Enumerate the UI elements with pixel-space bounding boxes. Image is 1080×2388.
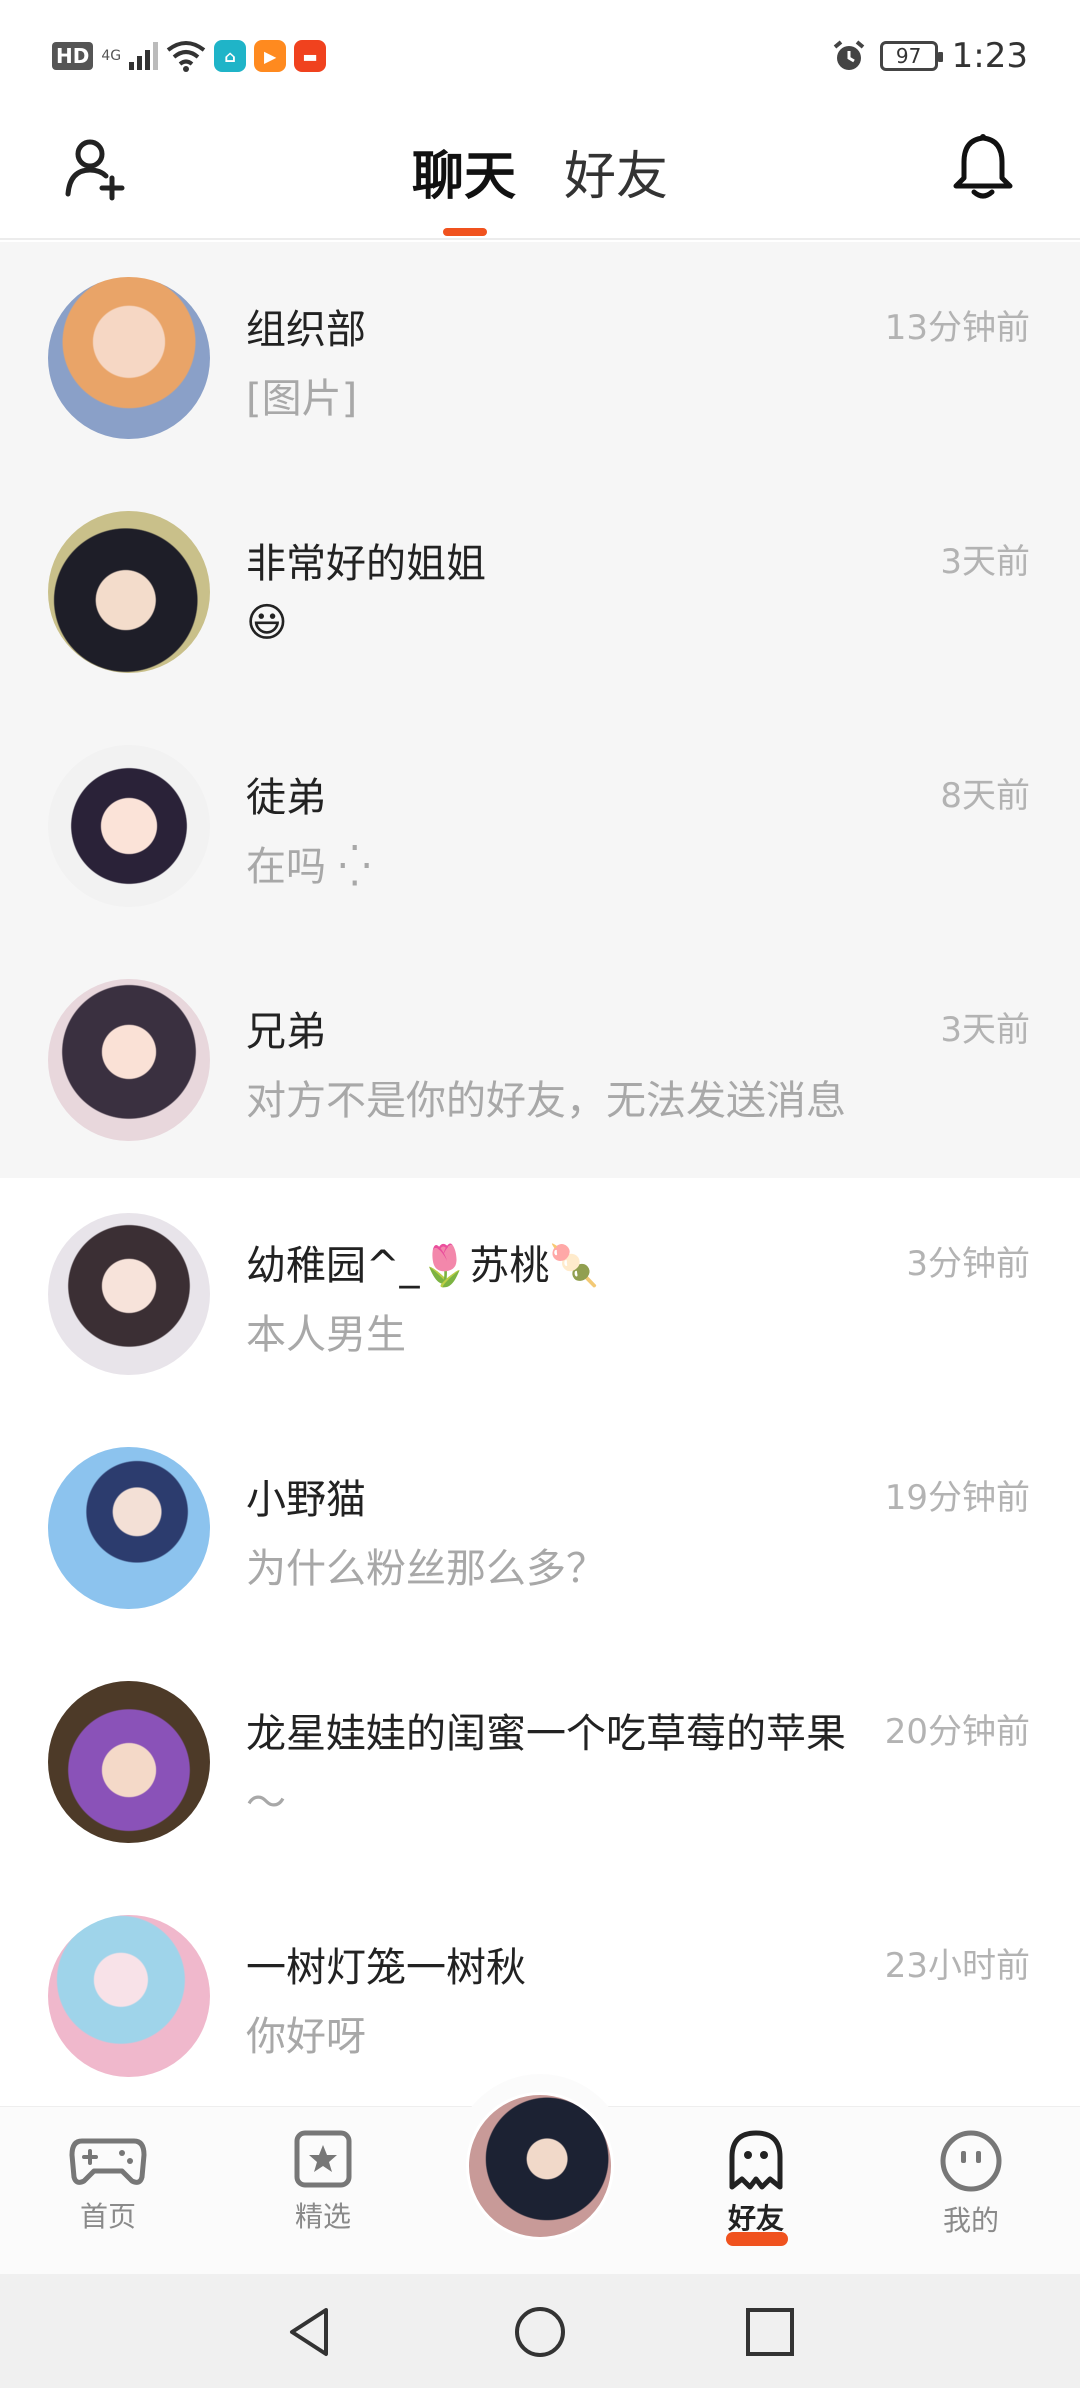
contact-name: 龙星娃娃的闺蜜一个吃草莓的苹果: [246, 1711, 846, 1757]
message-time: 3天前: [940, 1010, 1030, 1050]
bell-icon[interactable]: [950, 132, 1016, 202]
contact-name: 一树灯笼一树秋: [246, 1945, 526, 1991]
contact-name: 非常好的姐姐: [246, 541, 486, 587]
avatar[interactable]: [48, 1681, 210, 1843]
signal-icon: [129, 42, 159, 70]
nav-home[interactable]: 首页: [38, 2129, 178, 2235]
contact-name: 幼稚园^_🌷苏桃🍡: [246, 1243, 600, 1289]
tab-friends[interactable]: 好友: [564, 134, 668, 209]
status-right: 97 1:23: [832, 36, 1028, 76]
wifi-icon: [166, 41, 206, 72]
tab-bar: 聊天 好友: [0, 134, 1080, 209]
last-message: 对方不是你的好友，无法发送消息: [246, 1078, 846, 1124]
last-message: 本人男生: [246, 1312, 406, 1358]
contact-name: 组织部: [246, 307, 366, 353]
system-nav: [0, 2274, 1080, 2388]
last-message: [图片]: [246, 376, 358, 422]
conversation-row[interactable]: 徒弟 在吗 ⁛ 8天前: [0, 710, 1080, 944]
home-icon[interactable]: [512, 2304, 568, 2360]
nav-friends[interactable]: 好友: [686, 2129, 826, 2237]
nav-label: 我的: [942, 2204, 999, 2237]
clock: 1:23: [951, 36, 1028, 76]
active-nav-underline: [726, 2232, 788, 2246]
message-time: 3分钟前: [906, 1244, 1030, 1284]
active-tab-indicator: [443, 228, 487, 236]
conversation-row[interactable]: 组织部 [图片] 13分钟前: [0, 242, 1080, 476]
star-bookmark-icon: [294, 2130, 352, 2188]
last-message: ～: [246, 1780, 286, 1826]
conversation-row[interactable]: 小野猫 为什么粉丝那么多？ 19分钟前: [0, 1412, 1080, 1646]
conversation-row[interactable]: 兄弟 对方不是你的好友，无法发送消息 3天前: [0, 944, 1080, 1178]
message-time: 23小时前: [884, 1946, 1030, 1986]
status-bar: HD 4G ⌂ ▶ ▬ 97 1:23: [0, 0, 1080, 116]
contact-name: 徒弟: [246, 775, 326, 821]
hd-badge: HD: [52, 42, 94, 70]
back-icon[interactable]: [282, 2304, 338, 2360]
alarm-icon: [833, 40, 864, 70]
smiley-icon: [940, 2130, 1002, 2192]
nav-label: 精选: [294, 2200, 351, 2233]
battery-icon: 97: [879, 41, 943, 71]
avatar[interactable]: [48, 745, 210, 907]
home-app-icon: ⌂: [214, 40, 247, 72]
shop-app-icon: ▬: [294, 40, 327, 72]
conversation-row[interactable]: 龙星娃娃的闺蜜一个吃草莓的苹果 ～ 20分钟前: [0, 1646, 1080, 1880]
nav-featured[interactable]: 精选: [253, 2129, 393, 2235]
message-time: 19分钟前: [884, 1478, 1030, 1518]
avatar[interactable]: [48, 1447, 210, 1609]
avatar[interactable]: [48, 1213, 210, 1375]
message-time: 8天前: [940, 776, 1030, 816]
recents-icon[interactable]: [742, 2304, 798, 2360]
gamepad-icon: [69, 2138, 147, 2185]
last-message: 你好呀: [246, 2014, 366, 2060]
conversation-row[interactable]: 非常好的姐姐 😃 3天前: [0, 476, 1080, 710]
network-type: 4G: [101, 48, 122, 64]
tab-chat[interactable]: 聊天: [412, 134, 516, 209]
status-left: HD 4G ⌂ ▶ ▬: [52, 40, 327, 72]
top-bar: 聊天 好友: [0, 116, 1080, 240]
avatar[interactable]: [48, 1915, 210, 2077]
conversation-list: 组织部 [图片] 13分钟前 非常好的姐姐 😃 3天前 徒弟 在吗 ⁛ 8天前 …: [0, 242, 1080, 2114]
last-message: 在吗 ⁛: [246, 844, 371, 890]
message-time: 13分钟前: [884, 308, 1030, 348]
conversation-row[interactable]: 幼稚园^_🌷苏桃🍡 本人男生 3分钟前: [0, 1178, 1080, 1412]
avatar[interactable]: [48, 511, 210, 673]
contact-name: 兄弟: [246, 1009, 326, 1055]
avatar[interactable]: [48, 277, 210, 439]
message-time: 3天前: [940, 542, 1030, 582]
last-message: 为什么粉丝那么多？: [246, 1546, 606, 1592]
nav-profile[interactable]: 我的: [901, 2129, 1041, 2239]
center-avatar-button[interactable]: [466, 2092, 614, 2240]
video-app-icon: ▶: [254, 40, 287, 72]
last-message: 😃: [246, 600, 288, 646]
contact-name: 小野猫: [246, 1477, 366, 1523]
avatar[interactable]: [48, 979, 210, 1141]
ghost-icon: [729, 2130, 783, 2190]
nav-label: 首页: [79, 2200, 136, 2233]
nav-label: 好友: [727, 2202, 784, 2235]
message-time: 20分钟前: [884, 1712, 1030, 1752]
